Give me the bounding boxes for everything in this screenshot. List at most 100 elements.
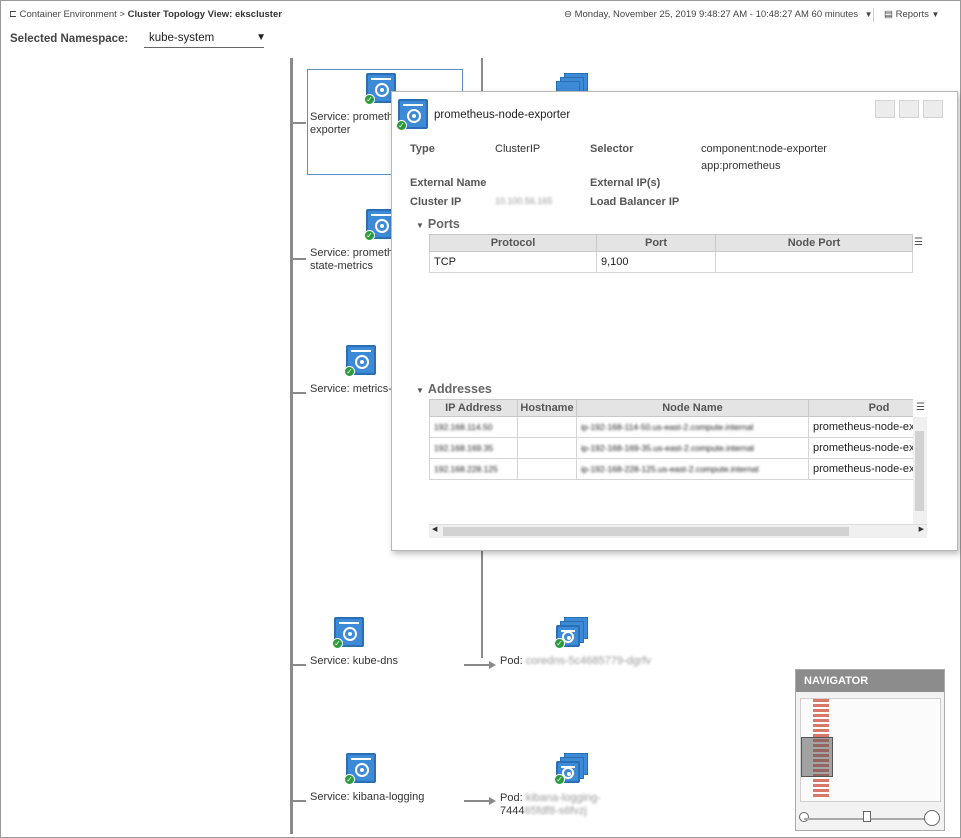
service-node[interactable]: ✓ — [344, 753, 376, 785]
pod-stack-icon[interactable]: ✓ — [554, 753, 590, 787]
pod-name: kibana-logging- — [525, 792, 601, 804]
pod-stack-icon[interactable]: ✓ — [554, 617, 590, 651]
service-node[interactable]: ✓ — [332, 617, 364, 649]
table-row[interactable]: 192.168.228.125 ip-192-168-228-125.us-ea… — [429, 458, 913, 480]
namespace-label: Selected Namespace: — [10, 33, 129, 45]
ports-section-toggle[interactable]: ▼ Ports — [416, 217, 460, 231]
addresses-col-header[interactable]: Pod — [808, 399, 913, 417]
topology-branch-line — [481, 548, 483, 658]
node-name-cell: ip-192-168-228-125.us-east-2.compute.int… — [576, 458, 809, 480]
external-name-label: External Name — [410, 177, 487, 189]
ip-address-cell: 192.168.169.35 — [429, 437, 518, 459]
addresses-section-label: Addresses — [427, 382, 492, 396]
table-row[interactable]: 192.168.114.50 ip-192-168-114-50.us-east… — [429, 416, 913, 438]
table-row[interactable]: 192.168.169.35 ip-192-168-169-35.us-east… — [429, 437, 913, 459]
chevron-down-icon: ▼ — [864, 10, 873, 19]
ports-col-header[interactable]: Node Port — [715, 234, 913, 252]
reports-button[interactable]: ▤ Reports ▼ — [884, 9, 939, 20]
reports-label: Reports — [895, 9, 929, 20]
addresses-col-header[interactable]: Hostname — [517, 399, 577, 417]
page-title: Cluster Topology View: ekscluster — [127, 9, 282, 20]
service-node[interactable]: ✓ — [344, 345, 376, 377]
addresses-horizontal-scrollbar[interactable]: ◀ ▶ — [429, 524, 927, 538]
ip-address-cell: 192.168.114.50 — [429, 416, 518, 438]
scroll-right-icon[interactable]: ▶ — [919, 525, 924, 533]
connector-line — [292, 800, 306, 802]
table-cell: 9,100 — [596, 251, 716, 273]
external-ip-label: External IP(s) — [590, 177, 661, 189]
addresses-table-viewport: IP Address Hostname Node Name Pod 192.16… — [429, 399, 913, 525]
ok-status-icon: ✓ — [554, 774, 565, 785]
pod-cell: prometheus-node-exp — [808, 437, 913, 459]
service-name-line1: Service: prometh — [310, 247, 394, 259]
ok-status-icon: ✓ — [344, 366, 355, 377]
pod-prefix: Pod: — [500, 792, 523, 804]
service-label[interactable]: Service: prometh exporter — [310, 111, 393, 137]
service-label[interactable]: Service: metrics-s — [310, 383, 397, 396]
navigator-title: NAVIGATOR — [796, 670, 944, 692]
service-name-line2: exporter — [310, 124, 351, 136]
pod-cell: prometheus-node-exp — [808, 416, 913, 438]
collapse-triangle-icon: ▼ — [416, 386, 424, 395]
time-icon: ⊖ — [564, 9, 572, 20]
connector-line — [464, 800, 490, 802]
addresses-col-header[interactable]: IP Address — [429, 399, 518, 417]
addresses-col-header[interactable]: Node Name — [576, 399, 809, 417]
table-row[interactable]: TCP 9,100 — [429, 251, 913, 273]
navigator-minimap[interactable] — [800, 698, 941, 802]
zoom-out-icon[interactable] — [799, 812, 809, 822]
zoom-in-icon[interactable] — [924, 810, 940, 826]
header-divider — [873, 8, 874, 22]
pod-name-line2: 7444 — [500, 805, 525, 817]
kubernetes-service-icon: ✓ — [396, 99, 428, 131]
namespace-select[interactable]: kube-system ▼ — [144, 32, 266, 48]
ok-status-icon: ✓ — [364, 94, 375, 105]
popup-maximize-button[interactable] — [899, 100, 919, 118]
arrow-icon — [489, 797, 496, 805]
service-label[interactable]: Service: prometh state-metrics — [310, 247, 393, 273]
namespace-value: kube-system — [149, 32, 215, 44]
service-label[interactable]: Service: kube-dns — [310, 655, 398, 668]
ports-col-header[interactable]: Protocol — [429, 234, 597, 252]
chevron-down-icon: ▼ — [256, 32, 266, 43]
topology-trunk-line — [290, 58, 293, 834]
addresses-section-toggle[interactable]: ▼ Addresses — [416, 382, 492, 396]
breadcrumb-separator: > — [119, 9, 125, 20]
pod-label[interactable]: Pod: coredns-5c4685779-dgrfv — [500, 655, 651, 668]
popup-close-button[interactable] — [923, 100, 943, 118]
type-value: ClusterIP — [495, 143, 541, 155]
column-chooser-icon[interactable]: ☰ — [916, 402, 925, 413]
collapse-triangle-icon: ▼ — [416, 221, 424, 230]
ports-table: Protocol Port Node Port TCP 9,100 — [429, 234, 913, 273]
ok-status-icon: ✓ — [332, 638, 343, 649]
ports-col-header[interactable]: Port — [596, 234, 716, 252]
pod-name-line2-blurred: 65fdf8-s6fvzj — [524, 805, 587, 817]
connector-line — [292, 392, 306, 394]
addresses-vertical-scrollbar[interactable] — [913, 417, 927, 525]
node-name-cell: ip-192-168-114-50.us-east-2.compute.inte… — [576, 416, 809, 438]
zoom-slider-thumb[interactable] — [863, 811, 871, 822]
service-detail-popup: ✓ prometheus-node-exporter Type ClusterI… — [391, 91, 958, 551]
addresses-table: IP Address Hostname Node Name Pod 192.16… — [429, 399, 913, 480]
service-label[interactable]: Service: kibana-logging — [310, 791, 424, 804]
hostname-cell — [517, 458, 577, 480]
pod-cell: prometheus-node-exp — [808, 458, 913, 480]
ok-status-icon: ✓ — [364, 230, 375, 241]
popup-minimize-button[interactable] — [875, 100, 895, 118]
container-env-icon: ⊏ — [9, 9, 17, 20]
column-chooser-icon[interactable]: ☰ — [914, 237, 923, 248]
node-name-cell: ip-192-168-169-35.us-east-2.compute.inte… — [576, 437, 809, 459]
time-range-selector[interactable]: ⊖ Monday, November 25, 2019 9:48:27 AM -… — [564, 9, 873, 20]
breadcrumb-parent-link[interactable]: Container Environment — [20, 9, 117, 20]
ok-status-icon: ✓ — [344, 774, 355, 785]
kubernetes-service-icon: ✓ — [344, 753, 376, 785]
selector-value-1: component:node-exporter — [701, 143, 827, 155]
connector-line — [292, 258, 306, 260]
minimap-viewport[interactable] — [801, 737, 833, 777]
pod-label[interactable]: Pod: kibana-logging- 744465fdf8-s6fvzj — [500, 792, 601, 818]
connector-line — [292, 122, 306, 124]
scroll-left-icon[interactable]: ◀ — [432, 525, 437, 533]
ports-section-label: Ports — [427, 217, 460, 231]
time-range-text: Monday, November 25, 2019 9:48:27 AM - 1… — [574, 9, 859, 20]
ip-address-cell: 192.168.228.125 — [429, 458, 518, 480]
